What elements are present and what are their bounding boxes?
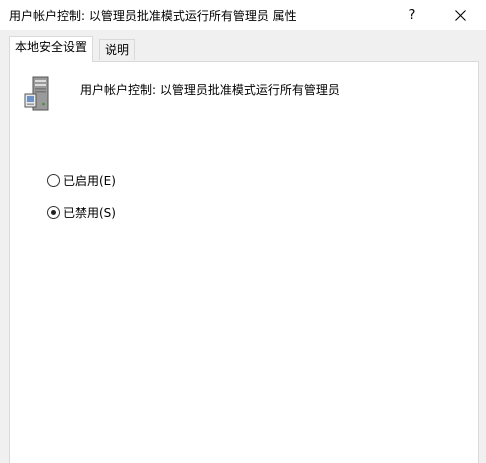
tab-label: 说明 [105, 43, 130, 57]
help-icon: ? [408, 7, 416, 23]
disabled-radio[interactable] [47, 206, 60, 219]
help-button[interactable]: ? [389, 0, 435, 30]
enabled-radio[interactable] [47, 174, 60, 187]
disabled-label: 已禁用(S) [63, 206, 116, 220]
tab-strip: 本地安全设置 说明 [9, 36, 479, 62]
disabled-option[interactable]: 已禁用(S) [47, 204, 116, 221]
server-computer-icon [24, 76, 49, 111]
tab-panel: 用户帐户控制: 以管理员批准模式运行所有管理员 已启用(E) 已禁用(S) [9, 61, 479, 463]
title-bar: 用户帐户控制: 以管理员批准模式运行所有管理员 属性 ? [0, 0, 486, 30]
enabled-option[interactable]: 已启用(E) [47, 172, 116, 189]
tab-label: 本地安全设置 [15, 40, 88, 54]
policy-name: 用户帐户控制: 以管理员批准模式运行所有管理员 [80, 83, 340, 97]
properties-dialog: 用户帐户控制: 以管理员批准模式运行所有管理员 属性 ? 本地安全设置 说明 用… [0, 0, 486, 463]
tab-explain[interactable]: 说明 [99, 39, 136, 60]
enabled-label: 已启用(E) [63, 174, 116, 188]
close-button[interactable] [437, 0, 483, 30]
close-icon [454, 9, 466, 21]
window-title: 用户帐户控制: 以管理员批准模式运行所有管理员 属性 [9, 9, 297, 23]
tab-local-security-setting[interactable]: 本地安全设置 [9, 36, 94, 62]
